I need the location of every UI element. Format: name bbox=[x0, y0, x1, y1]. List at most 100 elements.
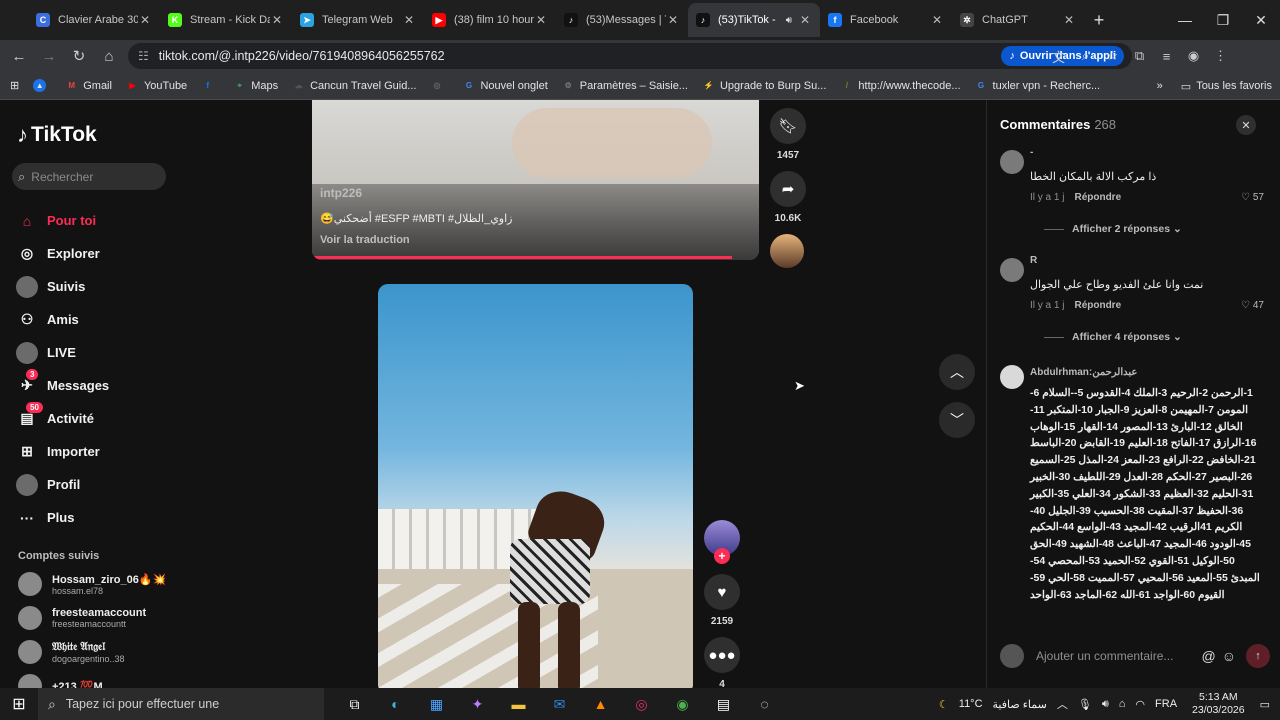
followed-account[interactable]: Hossam_ziro_06🔥💥 hossam.el78 bbox=[18, 572, 166, 596]
back-button[interactable]: ← bbox=[4, 41, 34, 71]
view-replies-button[interactable]: Afficher 4 réponses ⌄ bbox=[1044, 331, 1182, 343]
comment-like-button[interactable]: ♡ 47 bbox=[1241, 300, 1264, 311]
chevron-more-icon[interactable]: » bbox=[1157, 80, 1163, 92]
network-icon[interactable]: ⌂ bbox=[1119, 698, 1126, 710]
task-view-icon[interactable]: ⧉ bbox=[334, 688, 375, 720]
bookmark-star-icon[interactable]: ☆ bbox=[1099, 44, 1126, 68]
copilot-icon[interactable]: ✦ bbox=[457, 688, 498, 720]
drive-icon[interactable]: ▲ bbox=[26, 79, 58, 92]
sidebar-item-messages[interactable]: ✈ 3 Messages bbox=[16, 368, 176, 402]
comment-like-button[interactable]: ♡ 57 bbox=[1241, 192, 1264, 203]
browser-tab[interactable]: K Stream - Kick Da ✕ bbox=[160, 3, 292, 37]
video-progress-bar[interactable] bbox=[312, 256, 733, 259]
clock[interactable]: 5:13 AM 23/03/2026 bbox=[1192, 691, 1245, 717]
close-tab-icon[interactable]: ✕ bbox=[798, 13, 812, 27]
site-info-icon[interactable]: ☷ bbox=[138, 49, 149, 63]
sidebar-item-explorer[interactable]: ◎ Explorer bbox=[16, 237, 176, 270]
minimize-button[interactable]: — bbox=[1166, 0, 1204, 40]
zoom-icon[interactable]: ⌕ bbox=[1072, 44, 1099, 68]
browser-tab[interactable]: f Facebook ✕ bbox=[820, 3, 952, 37]
sidebar-item-importer[interactable]: ⊞ Importer bbox=[16, 435, 176, 468]
browser-tab[interactable]: ✲ ChatGPT ✕ bbox=[952, 3, 1084, 37]
bookmark-item[interactable]: ☁ Cancun Travel Guid... bbox=[285, 79, 423, 92]
comment-avatar[interactable] bbox=[1000, 150, 1024, 174]
mention-icon[interactable]: @ bbox=[1201, 648, 1215, 664]
vlc-icon[interactable]: ▲ bbox=[580, 688, 621, 720]
bookmark-item[interactable]: ◎ bbox=[423, 79, 455, 92]
browser-tab[interactable]: ➤ Telegram Web ✕ bbox=[292, 3, 424, 37]
search-input[interactable]: ⌕ Rechercher bbox=[12, 163, 166, 190]
followed-account[interactable]: freesteamaccount freesteamaccountt bbox=[18, 606, 146, 630]
media-control-icon[interactable]: ≡ bbox=[1153, 44, 1180, 68]
taskbar-search[interactable]: ⌕ Tapez ici pour effectuer une bbox=[38, 688, 324, 720]
close-tab-icon[interactable]: ✕ bbox=[138, 13, 152, 27]
home-button[interactable]: ⌂ bbox=[94, 41, 124, 71]
share-button[interactable]: ➦ bbox=[770, 171, 806, 207]
close-tab-icon[interactable]: ✕ bbox=[666, 13, 680, 27]
comment-avatar[interactable] bbox=[1000, 365, 1024, 389]
follow-plus-icon[interactable]: + bbox=[714, 548, 730, 564]
see-translation-link[interactable]: Voir la traduction bbox=[320, 234, 410, 246]
comment-username[interactable]: Abdulrhman:عبدالرحمن bbox=[1030, 367, 1137, 378]
steam-icon[interactable]: ◌ bbox=[744, 688, 785, 720]
video-player-previous[interactable]: intp226 😅أضحكني #ESFP #MBTI #زاوي_الظلال… bbox=[312, 100, 759, 260]
wifi-icon[interactable]: ◠ bbox=[1135, 698, 1145, 711]
bookmark-item[interactable]: M Gmail bbox=[58, 79, 119, 92]
video-username[interactable]: intp226 bbox=[320, 186, 362, 200]
close-window-button[interactable]: ✕ bbox=[1242, 0, 1280, 40]
microphone-icon[interactable]: 🎙︎ bbox=[1078, 698, 1092, 711]
emoji-icon[interactable]: ☺ bbox=[1222, 648, 1236, 664]
translate-icon[interactable]: 文 bbox=[1045, 44, 1072, 68]
reply-button[interactable]: Répondre bbox=[1074, 192, 1121, 203]
sidebar-item-live[interactable]: LIVE bbox=[16, 336, 176, 369]
sidebar-item-profil[interactable]: Profil bbox=[16, 468, 176, 501]
close-tab-icon[interactable]: ✕ bbox=[402, 13, 416, 27]
bookmark-item[interactable]: Gtuxler vpn - Recherc... bbox=[968, 79, 1108, 92]
chrome-icon[interactable]: ◉ bbox=[662, 688, 703, 720]
new-tab-button[interactable]: + bbox=[1084, 3, 1114, 37]
bookmark-item[interactable]: ▶ YouTube bbox=[119, 79, 194, 92]
reply-button[interactable]: Répondre bbox=[1074, 300, 1121, 311]
tray-chevron-icon[interactable]: ︿ bbox=[1057, 696, 1068, 712]
browser-tab[interactable]: ♪ (53)Messages | T ✕ bbox=[556, 3, 688, 37]
start-button[interactable]: ⊞ bbox=[0, 688, 38, 720]
bookmark-item[interactable]: ⚙ Paramètres – Saisie... bbox=[555, 79, 695, 92]
sidebar-item-activité[interactable]: ▤ 50 Activité bbox=[16, 401, 176, 435]
sidebar-item-amis[interactable]: ⚇ Amis bbox=[16, 303, 176, 336]
bookmark-item[interactable]: / http://www.thecode... bbox=[833, 79, 967, 92]
followed-account[interactable]: 𝔚𝔥𝔦𝔱𝔢 𝔄𝔫𝔤𝔢𝔩 dogoargentino..38 bbox=[18, 640, 125, 664]
all-bookmarks-link[interactable]: Tous les favoris bbox=[1196, 80, 1272, 92]
close-tab-icon[interactable]: ✕ bbox=[534, 13, 548, 27]
audio-playing-icon[interactable]: 🔊︎ bbox=[786, 15, 792, 26]
apps-icon[interactable]: ⊞ bbox=[0, 79, 26, 92]
browser-menu-icon[interactable]: ⋮ bbox=[1207, 44, 1234, 68]
close-tab-icon[interactable]: ✕ bbox=[1062, 13, 1076, 27]
notifications-icon[interactable]: ▭ bbox=[1260, 698, 1270, 711]
bookmark-item[interactable]: ⌖ Maps bbox=[226, 79, 285, 92]
sidebar-item-pour-toi[interactable]: ⌂ Pour toi bbox=[16, 204, 176, 237]
comment-username[interactable]: - bbox=[1030, 147, 1033, 158]
file-explorer-icon[interactable]: ▬ bbox=[498, 688, 539, 720]
sidebar-item-suivis[interactable]: Suivis bbox=[16, 270, 176, 303]
comment-username[interactable]: R bbox=[1030, 255, 1037, 266]
next-video-button[interactable]: ﹀ bbox=[939, 402, 975, 438]
like-button[interactable]: ♥ bbox=[704, 574, 740, 610]
creator-avatar[interactable]: + bbox=[704, 520, 740, 564]
language-indicator[interactable]: FRA bbox=[1155, 698, 1177, 710]
close-tab-icon[interactable]: ✕ bbox=[930, 13, 944, 27]
close-comments-button[interactable]: ✕ bbox=[1236, 115, 1256, 135]
store-icon[interactable]: ▦ bbox=[416, 688, 457, 720]
bookmark-item[interactable]: G Nouvel onglet bbox=[455, 79, 554, 92]
omnibox[interactable]: ☷ tiktok.com/@.intp226/video/76194089640… bbox=[128, 43, 1132, 69]
url-text[interactable]: tiktok.com/@.intp226/video/7619408964056… bbox=[159, 49, 445, 63]
maximize-button[interactable]: ❐ bbox=[1204, 0, 1242, 40]
browser-tab[interactable]: C Clavier Arabe 30 ✕ bbox=[28, 3, 160, 37]
video-player-current[interactable] bbox=[378, 284, 693, 688]
edge-icon[interactable]: ◐ bbox=[375, 688, 416, 720]
reload-button[interactable]: ↻ bbox=[64, 41, 94, 71]
view-replies-button[interactable]: Afficher 2 réponses ⌄ bbox=[1044, 223, 1182, 235]
instagram-icon[interactable]: ◎ bbox=[621, 688, 662, 720]
browser-tab[interactable]: ♪ (53)TikTok - 🔊︎ ✕ bbox=[688, 3, 820, 37]
bookmark-item[interactable]: ⚡ Upgrade to Burp Su... bbox=[695, 79, 833, 92]
sound-disc-avatar[interactable] bbox=[770, 234, 804, 268]
